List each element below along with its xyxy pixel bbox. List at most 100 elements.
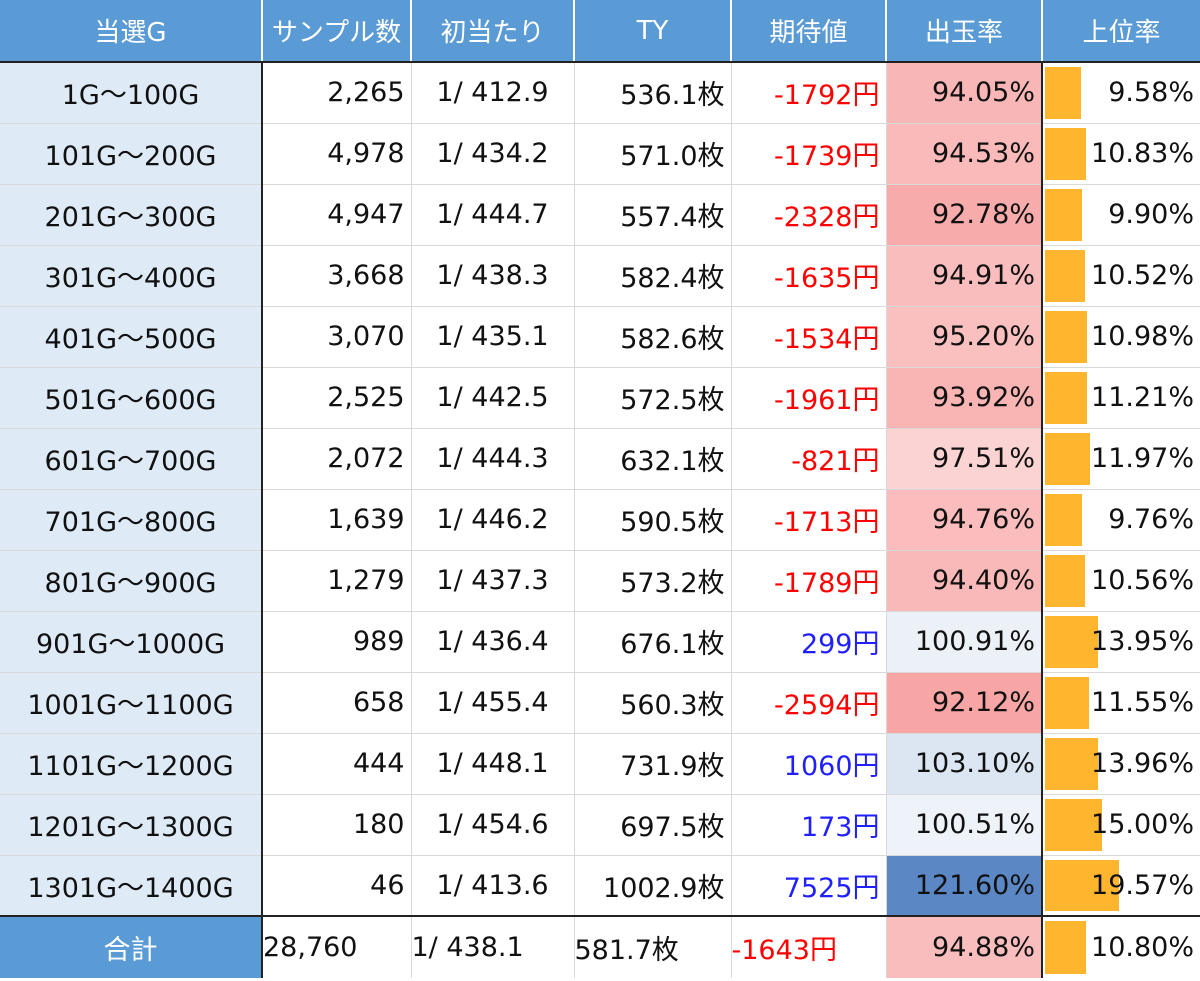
table-row: 201G〜300G 4,947 1/ 444.7 557.4枚 -2328円 92.78%…: [0, 184, 1200, 246]
payout-rate: 94.53%: [885, 123, 1043, 185]
sample-count: 3,070: [261, 306, 411, 368]
top-rate-value: 9.76%: [1108, 504, 1194, 535]
row-label: 201G〜300G: [0, 184, 263, 246]
expected-value: 173円: [730, 794, 886, 856]
sample-count: 658: [261, 672, 411, 734]
sample-count: 4,978: [261, 123, 411, 185]
row-label: 401G〜500G: [0, 306, 263, 368]
first-hit: 1/ 413.6: [410, 855, 574, 917]
first-hit: 1/ 444.3: [410, 428, 574, 490]
sample-count: 3,668: [261, 245, 411, 307]
header-sample-count: サンプル数: [261, 0, 411, 63]
table-row: 601G〜700G 2,072 1/ 444.3 632.1枚 -821円 97.51% 1…: [0, 428, 1200, 490]
top-rate-bar: [1045, 67, 1081, 119]
top-rate: 10.83%: [1041, 123, 1200, 185]
row-label: 1201G〜1300G: [0, 794, 263, 856]
top-rate-value: 11.21%: [1091, 382, 1194, 413]
sample-count: 2,525: [261, 367, 411, 429]
ty-value: 1002.9枚: [573, 855, 731, 917]
top-rate: 11.97%: [1041, 428, 1200, 490]
row-label: 101G〜200G: [0, 123, 263, 185]
top-rate-value: 11.55%: [1091, 687, 1194, 718]
sample-count: 46: [261, 855, 411, 917]
top-rate: 11.55%: [1041, 672, 1200, 734]
top-rate: 15.00%: [1041, 794, 1200, 856]
ty-value: 572.5枚: [573, 367, 731, 429]
first-hit: 1/ 437.3: [410, 550, 574, 612]
payout-rate: 100.91%: [885, 611, 1043, 673]
expected-value: -2594円: [730, 672, 886, 734]
ty-value: 536.1枚: [573, 62, 731, 124]
first-hit: 1/ 446.2: [410, 489, 574, 551]
payout-rate: 94.76%: [885, 489, 1043, 551]
first-hit: 1/ 444.7: [410, 184, 574, 246]
table-row: 1G〜100G 2,265 1/ 412.9 536.1枚 -1792円 94.05% 9.…: [0, 62, 1200, 124]
row-label: 701G〜800G: [0, 489, 263, 551]
payout-rate: 121.60%: [885, 855, 1043, 917]
row-label: 1101G〜1200G: [0, 733, 263, 795]
header-row: 当選G サンプル数 初当たり TY 期待値 出玉率 上位率: [0, 0, 1200, 63]
ty-value: 632.1枚: [573, 428, 731, 490]
top-rate-value: 11.97%: [1091, 443, 1194, 474]
top-rate: 9.58%: [1041, 62, 1200, 124]
payout-rate: 94.91%: [885, 245, 1043, 307]
total-top-rate-value: 10.80%: [1091, 932, 1194, 963]
top-rate-value: 13.96%: [1091, 748, 1194, 779]
first-hit: 1/ 438.3: [410, 245, 574, 307]
expected-value: -2328円: [730, 184, 886, 246]
header-payout-rate: 出玉率: [885, 0, 1042, 63]
row-label: 1G〜100G: [0, 62, 263, 124]
row-label: 501G〜600G: [0, 367, 263, 429]
table-row: 1301G〜1400G 46 1/ 413.6 1002.9枚 7525円 121.60%…: [0, 855, 1200, 917]
ty-value: 590.5枚: [573, 489, 731, 551]
payout-rate: 95.20%: [885, 306, 1043, 368]
expected-value: -1635円: [730, 245, 886, 307]
expected-value: 299円: [730, 611, 886, 673]
payout-rate: 94.40%: [885, 550, 1043, 612]
stats-table: 当選G サンプル数 初当たり TY 期待値 出玉率 上位率 1G〜100G 2,2…: [0, 0, 1200, 978]
ty-value: 571.0枚: [573, 123, 731, 185]
table-row: 1001G〜1100G 658 1/ 455.4 560.3枚 -2594円 92.12%…: [0, 672, 1200, 734]
sample-count: 1,639: [261, 489, 411, 551]
top-rate-value: 15.00%: [1091, 809, 1194, 840]
ty-value: 560.3枚: [573, 672, 731, 734]
top-rate-value: 10.56%: [1091, 565, 1194, 596]
header-ty: TY: [573, 0, 731, 63]
table-row: 401G〜500G 3,070 1/ 435.1 582.6枚 -1534円 95.20%…: [0, 306, 1200, 368]
total-label: 合計: [0, 915, 263, 978]
first-hit: 1/ 434.2: [410, 123, 574, 185]
top-rate-bar: [1045, 676, 1089, 729]
top-rate-bar: [1045, 127, 1086, 180]
table-row: 101G〜200G 4,978 1/ 434.2 571.0枚 -1739円 94.53%…: [0, 123, 1200, 185]
total-top-rate: 10.80%: [1041, 915, 1200, 978]
expected-value: -1713円: [730, 489, 886, 551]
row-label: 1301G〜1400G: [0, 855, 263, 917]
first-hit: 1/ 454.6: [410, 794, 574, 856]
total-ty: 581.7枚: [573, 915, 731, 978]
top-rate: 9.90%: [1041, 184, 1200, 246]
table-row: 1201G〜1300G 180 1/ 454.6 697.5枚 173円 100.51% 1…: [0, 794, 1200, 856]
table-row: 301G〜400G 3,668 1/ 438.3 582.4枚 -1635円 94.91%…: [0, 245, 1200, 307]
total-payout-rate: 94.88%: [885, 915, 1043, 978]
row-label: 601G〜700G: [0, 428, 263, 490]
expected-value: -1789円: [730, 550, 886, 612]
table-row: 901G〜1000G 989 1/ 436.4 676.1枚 299円 100.91% 13…: [0, 611, 1200, 673]
first-hit: 1/ 448.1: [410, 733, 574, 795]
sample-count: 180: [261, 794, 411, 856]
payout-rate: 93.92%: [885, 367, 1043, 429]
table-row: 701G〜800G 1,639 1/ 446.2 590.5枚 -1713円 94.76%…: [0, 489, 1200, 551]
top-rate: 13.95%: [1041, 611, 1200, 673]
expected-value: -1739円: [730, 123, 886, 185]
row-label: 801G〜900G: [0, 550, 263, 612]
top-rate: 10.56%: [1041, 550, 1200, 612]
table-row: 1101G〜1200G 444 1/ 448.1 731.9枚 1060円 103.10%…: [0, 733, 1200, 795]
header-hit-game: 当選G: [0, 0, 262, 63]
top-rate-value: 10.83%: [1091, 138, 1194, 169]
sample-count: 4,947: [261, 184, 411, 246]
header-top-rate: 上位率: [1041, 0, 1200, 63]
top-rate-bar: [1045, 554, 1085, 607]
first-hit: 1/ 412.9: [410, 62, 574, 124]
top-rate-bar: [1045, 188, 1082, 241]
payout-rate: 92.78%: [885, 184, 1043, 246]
table-header: 当選G サンプル数 初当たり TY 期待値 出玉率 上位率: [0, 0, 1200, 63]
